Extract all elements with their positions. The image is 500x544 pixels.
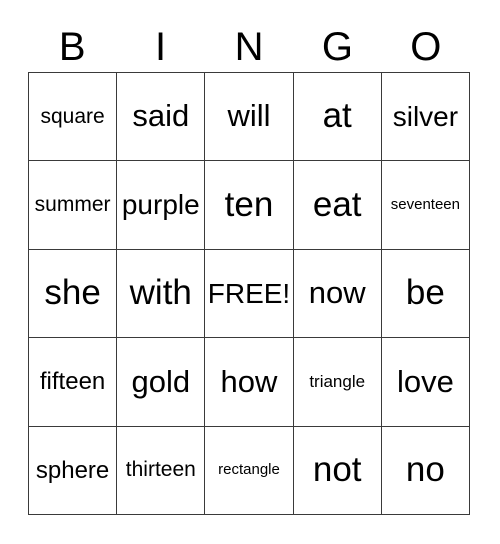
bingo-cell-n2[interactable]: ten [205,161,294,250]
bingo-cell-label: ten [224,184,274,224]
bingo-cell-i2[interactable]: purple [117,161,206,250]
bingo-cell-i3[interactable]: with [117,249,206,339]
bingo-card: B I N G O square said will at silver sum… [0,0,500,544]
bingo-cell-label: love [396,363,454,399]
bingo-cell-label: purple [121,189,200,221]
bingo-cell-i5[interactable]: thirteen [117,426,206,515]
bingo-cell-b4[interactable]: fifteen [29,338,118,427]
bingo-cell-b5[interactable]: sphere [29,426,118,515]
bingo-cell-g1[interactable]: at [293,73,382,162]
bingo-cell-label: eat [312,184,362,224]
bingo-cell-b3[interactable]: she [29,249,118,339]
bingo-cell-label: sphere [35,456,110,484]
bingo-cell-label: with [129,273,192,313]
bingo-cell-label: fifteen [39,368,106,396]
bingo-header-letter-o: O [410,25,442,69]
bingo-cell-label: silver [392,101,459,132]
bingo-cell-label: seventeen [390,196,460,214]
bingo-cell-label: summer [34,193,111,217]
bingo-cell-g5[interactable]: not [293,426,382,515]
bingo-cell-label: she [44,273,101,313]
bingo-cell-free-space[interactable]: FREE! [205,249,294,339]
bingo-cell-i1[interactable]: said [117,73,206,162]
bingo-cell-label: no [405,449,445,489]
bingo-cell-label: how [220,363,278,399]
bingo-cell-n1[interactable]: will [205,73,294,162]
bingo-cell-o4[interactable]: love [381,338,470,427]
bingo-cell-label: at [322,96,352,136]
bingo-cell-o2[interactable]: seventeen [381,161,470,250]
bingo-cell-label: said [132,98,190,134]
bingo-cell-label: not [312,449,362,489]
bingo-cell-o1[interactable]: silver [381,73,470,162]
bingo-cell-g3[interactable]: now [293,249,382,339]
bingo-header-row: B I N G O [28,22,470,72]
bingo-cell-n4[interactable]: how [205,338,294,427]
bingo-cell-b2[interactable]: summer [29,161,118,250]
bingo-cell-o5[interactable]: no [381,426,470,515]
bingo-cell-i4[interactable]: gold [117,338,206,427]
bingo-cell-label: will [227,98,271,134]
bingo-cell-n5[interactable]: rectangle [205,426,294,515]
bingo-cell-label: rectangle [218,461,280,479]
bingo-cell-label: thirteen [125,458,196,482]
bingo-cell-label: now [308,275,366,311]
bingo-cell-g2[interactable]: eat [293,161,382,250]
bingo-grid: square said will at silver summer purple… [28,72,470,515]
bingo-cell-o3[interactable]: be [381,249,470,339]
bingo-header-letter-g: G [321,25,353,69]
bingo-header-letter-i: I [155,25,167,69]
bingo-header-letter-b: B [58,25,86,69]
bingo-cell-g4[interactable]: triangle [293,338,382,427]
bingo-cell-b1[interactable]: square [29,73,118,162]
bingo-cell-label: be [405,273,445,313]
bingo-free-space-label: FREE! [207,277,291,309]
bingo-cell-label: gold [131,363,191,399]
bingo-cell-label: triangle [309,371,366,391]
bingo-header-letter-n: N [234,25,264,69]
bingo-cell-label: square [40,104,105,128]
